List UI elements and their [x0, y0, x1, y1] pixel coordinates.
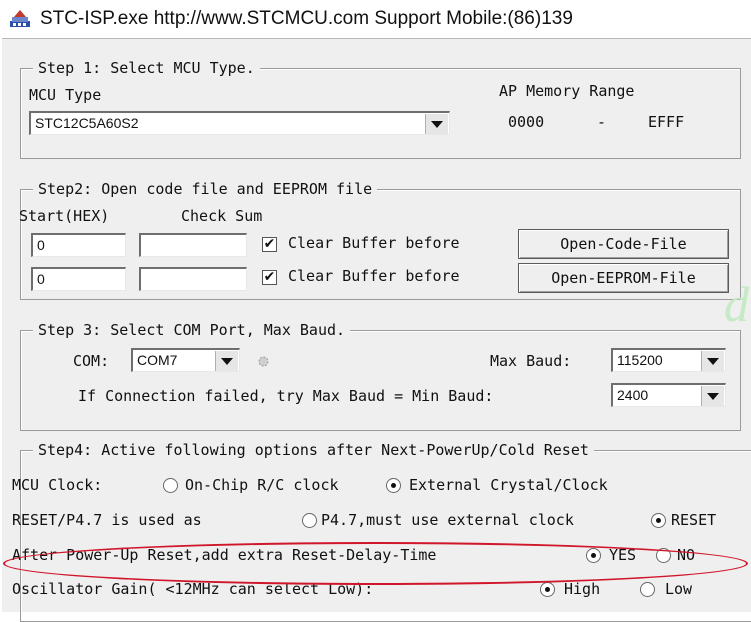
max-baud-value: 115200: [617, 352, 663, 368]
reset-pin-label: RESET/P4.7 is used as: [12, 511, 202, 529]
max-baud-label: Max Baud:: [490, 352, 572, 370]
reset-p47-radio[interactable]: [302, 513, 317, 528]
mcu-clock-onchip-label: On-Chip R/C clock: [185, 476, 339, 494]
code-start-value: 0: [37, 237, 45, 253]
reset-reset-radio[interactable]: [651, 513, 666, 528]
ap-start-value: 0000: [508, 113, 545, 131]
port-status-indicator-icon: [257, 353, 270, 367]
min-baud-value: 2400: [617, 387, 649, 403]
reset-delay-no-radio[interactable]: [656, 548, 671, 563]
mcu-clock-external-label: External Crystal/Clock: [409, 476, 608, 494]
step4-legend: Step4: Active following options after Ne…: [33, 441, 594, 459]
gain-high-radio[interactable]: [540, 582, 555, 597]
mcu-clock-onchip-radio[interactable]: [163, 478, 178, 493]
mcu-type-dropdown-button[interactable]: [425, 114, 448, 134]
mcu-type-select[interactable]: STC12C5A60S2: [29, 111, 450, 135]
mcu-type-label: MCU Type: [29, 86, 102, 104]
open-code-file-button[interactable]: Open-Code-File: [518, 229, 729, 259]
connection-failed-label: If Connection failed, try Max Baud = Min…: [78, 387, 494, 405]
step3-group: Step 3: Select COM Port, Max Baud. COM: …: [20, 321, 741, 431]
open-eeprom-file-button[interactable]: Open-EEPROM-File: [518, 263, 729, 293]
step2-group: Step2: Open code file and EEPROM file St…: [19, 180, 741, 300]
com-label: COM:: [73, 352, 110, 370]
step4-group: Step4: Active following options after Ne…: [12, 441, 751, 622]
reset-delay-label: After Power-Up Reset,add extra Reset-Del…: [12, 546, 437, 564]
max-baud-dropdown-button[interactable]: [701, 351, 724, 371]
title-bar[interactable]: STC-ISP.exe http://www.STCMCU.com Suppor…: [0, 0, 751, 38]
reset-delay-no-label: NO: [677, 546, 696, 564]
step1-group: Step 1: Select MCU Type. MCU Type STC12C…: [20, 59, 741, 159]
chevron-down-icon: [707, 357, 719, 365]
eeprom-start-input[interactable]: 0: [31, 267, 126, 291]
gain-low-label: Low: [665, 580, 693, 598]
reset-delay-yes-label: YES: [609, 546, 637, 564]
com-port-value: COM7: [137, 352, 178, 368]
com-port-dropdown-button[interactable]: [215, 351, 238, 371]
main-window: Step 1: Select MCU Type. MCU Type STC12C…: [2, 38, 751, 622]
checksum-label: Check Sum: [181, 207, 263, 225]
chevron-down-icon: [221, 357, 233, 365]
start-hex-label: Start(HEX): [19, 207, 110, 225]
eeprom-clear-buffer-checkbox[interactable]: ✔: [262, 270, 277, 285]
eeprom-clear-buffer-label: Clear Buffer before: [288, 267, 460, 285]
window-title: STC-ISP.exe http://www.STCMCU.com Suppor…: [40, 8, 573, 29]
chevron-down-icon: [707, 392, 719, 400]
code-start-input[interactable]: 0: [31, 233, 126, 257]
mcu-type-value: STC12C5A60S2: [35, 115, 139, 131]
stc-isp-app-icon: [8, 7, 32, 31]
eeprom-start-value: 0: [37, 271, 45, 287]
reset-delay-yes-radio[interactable]: [586, 548, 601, 563]
step3-legend: Step 3: Select COM Port, Max Baud.: [33, 321, 351, 339]
step1-legend: Step 1: Select MCU Type.: [33, 59, 260, 77]
min-baud-dropdown-button[interactable]: [701, 386, 724, 406]
code-clear-buffer-label: Clear Buffer before: [288, 234, 460, 252]
code-checksum-field: [139, 233, 247, 257]
com-port-select[interactable]: COM7: [131, 348, 240, 372]
gain-low-radio[interactable]: [640, 582, 655, 597]
code-clear-buffer-checkbox[interactable]: ✔: [262, 237, 277, 252]
chevron-down-icon: [431, 120, 443, 128]
oscillator-gain-label: Oscillator Gain( <12MHz can select Low):: [12, 580, 374, 598]
reset-reset-label: RESET: [671, 511, 717, 529]
ap-range-dash: -: [597, 113, 607, 131]
mcu-clock-label: MCU Clock:: [12, 476, 103, 494]
max-baud-select[interactable]: 115200: [611, 348, 726, 372]
watermark-mark: d: [724, 276, 749, 332]
ap-memory-label: AP Memory Range: [499, 82, 635, 100]
eeprom-checksum-field: [139, 267, 247, 291]
ap-end-value: EFFF: [648, 113, 685, 131]
step2-legend: Step2: Open code file and EEPROM file: [33, 180, 378, 198]
reset-p47-label: P4.7,must use external clock: [321, 511, 574, 529]
gain-high-label: High: [564, 580, 601, 598]
min-baud-select[interactable]: 2400: [611, 383, 726, 407]
mcu-clock-external-radio[interactable]: [386, 478, 401, 493]
